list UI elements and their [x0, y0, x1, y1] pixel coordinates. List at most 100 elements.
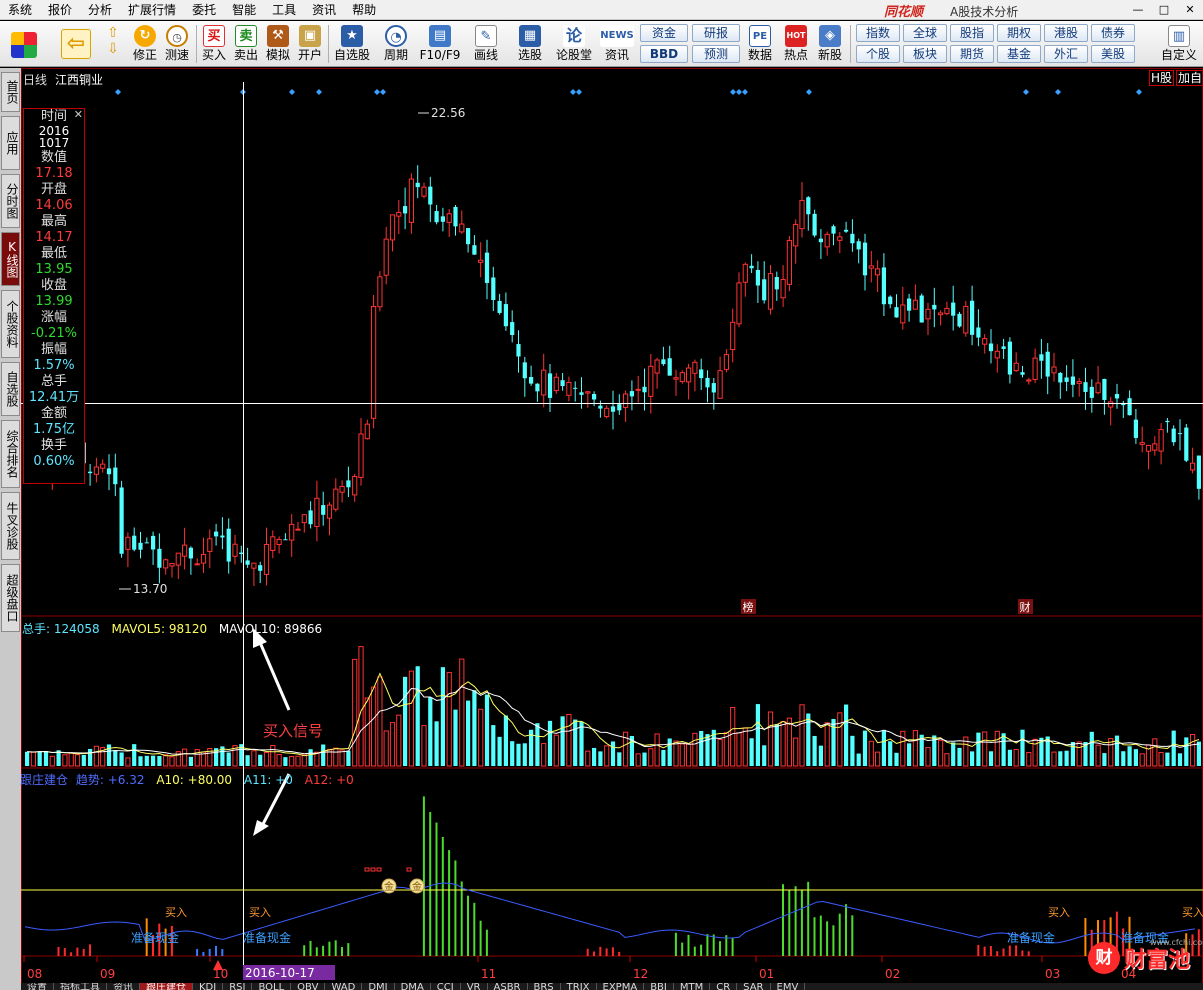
tab-watchlist[interactable]: 自选股 [1, 362, 20, 416]
menu-trade[interactable]: 委托 [184, 0, 224, 20]
menu-system[interactable]: 系统 [0, 0, 40, 20]
bottom-tab-20[interactable]: SAR [737, 983, 771, 990]
high-value: 14.17 [35, 230, 73, 245]
bottom-tab-7[interactable]: OBV [291, 983, 326, 990]
chip-fund[interactable]: 资金 [640, 24, 688, 42]
bottom-tab-18[interactable]: MTM [674, 983, 711, 990]
draw-line-button[interactable]: ✎ 画线 [466, 23, 506, 67]
volume-bar [472, 690, 477, 766]
chip-options[interactable]: 期权 [997, 24, 1041, 42]
open-account-button[interactable]: ▣ 开户 [296, 23, 324, 67]
bottom-tab-16[interactable]: EXPMA [597, 983, 645, 990]
chip-forex[interactable]: 外汇 [1044, 45, 1088, 63]
menu-smart[interactable]: 智能 [224, 0, 264, 20]
tab-apps[interactable]: 应用 [1, 116, 20, 170]
bottom-tab-3[interactable]: 跟庄建仓 [140, 983, 193, 990]
chip-bond[interactable]: 债券 [1091, 24, 1135, 42]
data-button[interactable]: PE 数据 [746, 23, 774, 67]
bottom-tab-19[interactable]: CR [710, 983, 738, 990]
chip-us[interactable]: 美股 [1091, 45, 1135, 63]
news-button[interactable]: NEWS 资讯 [598, 23, 636, 67]
menu-analysis[interactable]: 分析 [80, 0, 120, 20]
chip-stock-index[interactable]: 股指 [950, 24, 994, 42]
volume-bar [466, 700, 471, 766]
candle-body [648, 365, 654, 397]
volume-bar [1102, 753, 1107, 766]
up-arrow-icon[interactable]: ⇧ [102, 25, 124, 41]
x-tick-label: 08 [27, 967, 42, 981]
event-markers [115, 89, 1142, 95]
correction-button[interactable]: ↻ 修正 [130, 23, 160, 67]
sell-button[interactable]: 卖 卖出 [232, 23, 260, 67]
menu-quote[interactable]: 报价 [40, 0, 80, 20]
volume-bar [157, 755, 162, 766]
tab-profile[interactable]: 个股资料 [1, 290, 20, 358]
bottom-tab-13[interactable]: ASBR [488, 983, 528, 990]
menu-news[interactable]: 资讯 [304, 0, 344, 20]
custom-button[interactable]: ▥ 自定义 [1158, 23, 1200, 67]
tab-ranking[interactable]: 综合排名 [1, 420, 20, 488]
maximize-icon[interactable]: □ [1151, 0, 1177, 20]
open-value: 14.06 [35, 198, 73, 213]
kline-chart-area[interactable]: 22.56 13.70 榜财买入信号 买入 买入 买入 买入 准备现金 准备现金 准备现金 准备现金… [20, 68, 1203, 990]
chip-bbd[interactable]: BBD [640, 45, 688, 63]
speedtest-button[interactable]: ◷ 测速 [162, 23, 192, 67]
bottom-tab-17[interactable]: BBI [644, 983, 674, 990]
watchlist-button[interactable]: ★ 自选股 [332, 23, 372, 67]
chip-fundx[interactable]: 基金 [997, 45, 1041, 63]
bottom-tab-4[interactable]: KDJ [193, 983, 224, 990]
tab-diagnosis[interactable]: 牛叉诊股 [1, 492, 20, 560]
chip-sector[interactable]: 板块 [903, 45, 947, 63]
down-arrow-icon[interactable]: ⇩ [102, 41, 124, 57]
menu-extended[interactable]: 扩展行情 [120, 0, 184, 20]
indicator-name[interactable]: 跟庄建仓 [20, 773, 68, 787]
tab-home[interactable]: 首页 [1, 72, 20, 112]
buy-button[interactable]: 买 买入 [200, 23, 228, 67]
back-button[interactable]: ⇦ [56, 23, 96, 67]
bottom-tab-11[interactable]: CCI [431, 983, 461, 990]
menu-help[interactable]: 帮助 [344, 0, 384, 20]
bottom-tab-9[interactable]: DMI [362, 983, 395, 990]
bottom-tab-1[interactable]: 指标工具 [54, 983, 107, 990]
bottom-tab-12[interactable]: VR [461, 983, 488, 990]
close-icon[interactable]: ✕ [1177, 0, 1203, 20]
menu-tools[interactable]: 工具 [264, 0, 304, 20]
bottom-tab-6[interactable]: BOLL [252, 983, 292, 990]
h-share-tag[interactable]: H股 [1149, 70, 1175, 86]
period-label[interactable]: 日线 [23, 73, 47, 87]
f10-button[interactable]: ▤ F10/F9 [418, 23, 462, 67]
bottom-tab-5[interactable]: RSI [223, 983, 253, 990]
bottom-tab-21[interactable]: EMV [771, 983, 806, 990]
bottom-tab-0[interactable]: 设置 [21, 983, 54, 990]
candle-body [396, 211, 402, 217]
chip-futures[interactable]: 期货 [950, 45, 994, 63]
chip-stock[interactable]: 个股 [856, 45, 900, 63]
add-watch-tag[interactable]: 加自 [1176, 70, 1203, 86]
chip-research[interactable]: 研报 [692, 24, 740, 42]
minimize-icon[interactable]: — [1125, 0, 1151, 20]
chip-index[interactable]: 指数 [856, 24, 900, 42]
kline-svg[interactable]: 22.5613.70榜 财买入信号买入 买入 买入 买入准备现金 准备现金 准备现金 准备现金… [21, 68, 1203, 990]
bottom-tab-15[interactable]: TRIX [561, 983, 597, 990]
ipo-button[interactable]: ◈ 新股 [816, 23, 844, 67]
tab-kline[interactable]: K线图 [1, 232, 20, 286]
tab-intraday[interactable]: 分时图 [1, 174, 20, 228]
tab-order-book[interactable]: 超级盘口 [1, 564, 20, 632]
close-icon[interactable]: ✕ [74, 108, 83, 121]
chip-hk[interactable]: 港股 [1044, 24, 1088, 42]
bottom-tab-14[interactable]: BRS [528, 983, 561, 990]
candle-body [900, 304, 906, 324]
bottom-tab-8[interactable]: WAD [325, 983, 363, 990]
bottom-tab-10[interactable]: DMA [395, 983, 431, 990]
chip-forecast[interactable]: 预测 [692, 45, 740, 63]
bottom-tab-2[interactable]: 资讯 [107, 983, 140, 990]
forum-button[interactable]: 论 论股堂 [554, 23, 594, 67]
hot-button[interactable]: HOT 热点 [782, 23, 810, 67]
candle-body [100, 463, 106, 469]
arrow-stack[interactable]: ⇧ ⇩ [102, 23, 124, 67]
stock-screen-button[interactable]: ▦ 选股 [510, 23, 550, 67]
chip-global[interactable]: 全球 [903, 24, 947, 42]
simulate-button[interactable]: ⚒ 模拟 [264, 23, 292, 67]
layout-button[interactable] [6, 23, 42, 67]
period-button[interactable]: ◔ 周期 [376, 23, 416, 67]
